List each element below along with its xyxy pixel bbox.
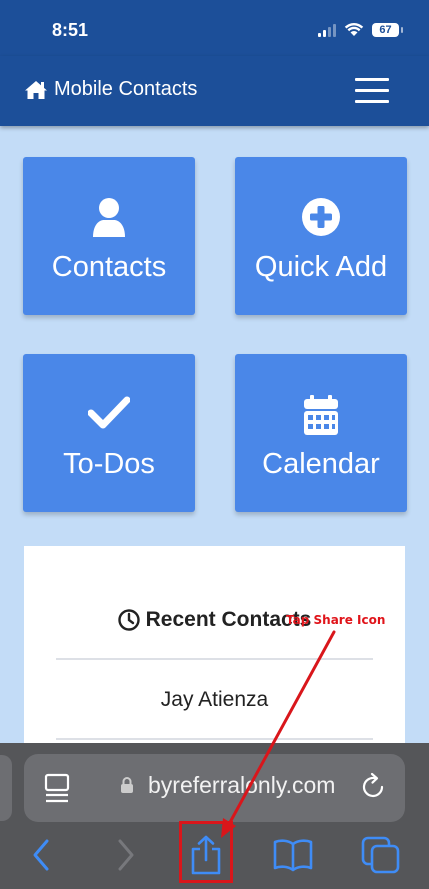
tile-label: Calendar [262,448,380,480]
checkmark-icon [88,396,130,429]
divider [56,658,373,660]
hamburger-menu-button[interactable] [355,78,389,104]
quick-add-tile[interactable]: Quick Add [235,157,407,315]
share-highlight-box [179,821,233,883]
calendar-tile[interactable]: Calendar [235,354,407,512]
recent-contacts-card: Recent Contacts Jay Atienza [24,546,405,776]
tabs-button[interactable] [360,833,402,877]
status-time: 8:51 [52,20,89,40]
home-icon [25,80,47,99]
wifi-icon [344,22,364,36]
tile-label: Contacts [51,251,167,283]
divider [56,738,373,740]
status-bar: 8:51 67 [0,0,429,56]
todos-tile[interactable]: To-Dos [23,354,195,512]
signal-icon [318,23,336,37]
lock-icon [121,777,133,793]
book-icon [273,839,313,872]
brand-title: Mobile Contacts [54,78,198,100]
brand-link[interactable]: Mobile Contacts [24,78,197,101]
reload-icon[interactable] [361,772,387,802]
tile-label: To-Dos [63,448,155,480]
url-text: byreferralonly.com [148,772,336,798]
battery-icon: 67 [372,22,403,37]
forward-button[interactable] [105,833,147,877]
tile-label: Quick Add [254,251,388,283]
status-icons: 67 [318,22,403,37]
plus-circle-icon [302,198,340,236]
page-menu-icon[interactable] [44,773,70,803]
contacts-tile[interactable]: Contacts [23,157,195,315]
address-bar[interactable]: byreferralonly.com [24,754,405,822]
recent-contact-item[interactable]: Jay Atienza [24,688,405,712]
clock-icon [117,609,140,631]
tabs-icon [361,836,400,874]
user-icon [93,198,125,237]
previous-tab-handle[interactable] [0,755,12,821]
back-button[interactable] [20,833,62,877]
bookmarks-button[interactable] [272,833,314,877]
chevron-right-icon [118,839,134,871]
annotation-label: Tap Share Icon [286,613,386,627]
top-navbar: Mobile Contacts [0,56,429,126]
chevron-left-icon [33,839,49,871]
calendar-icon [304,395,338,435]
